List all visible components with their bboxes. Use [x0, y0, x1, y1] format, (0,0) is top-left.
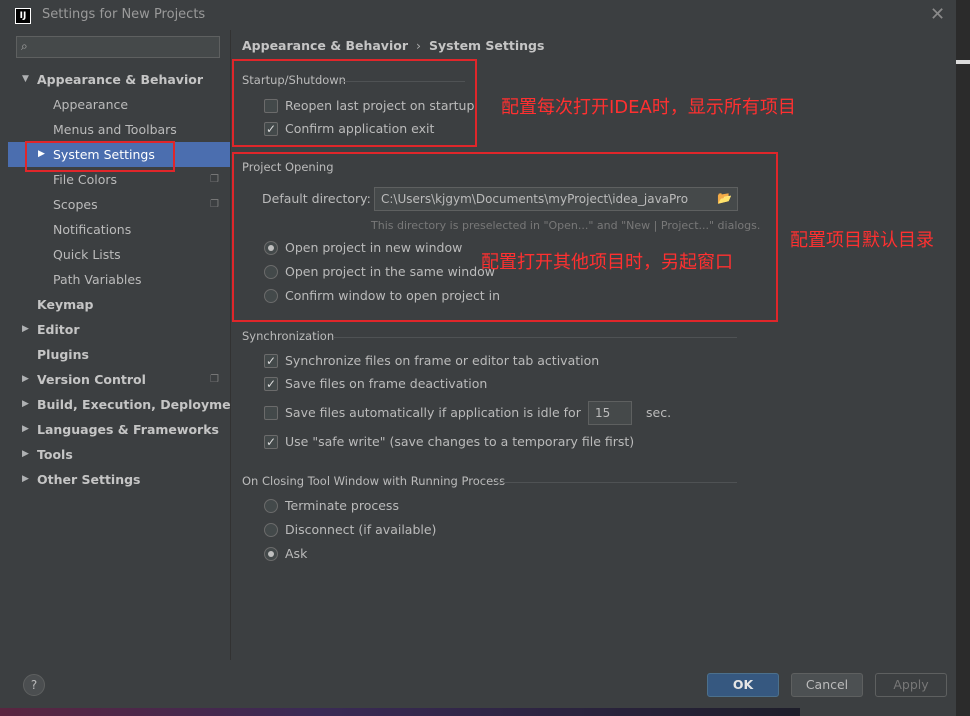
- desktop-background: [0, 708, 800, 716]
- sidebar-item-version-control[interactable]: ▶ Version Control ❐: [0, 367, 230, 392]
- cancel-button[interactable]: Cancel: [791, 673, 863, 697]
- save-idle-checkbox[interactable]: [264, 406, 278, 420]
- sidebar-item-label: Editor: [37, 322, 80, 337]
- sidebar-item-notifications[interactable]: Notifications: [0, 217, 230, 242]
- project-scope-icon: ❐: [210, 199, 219, 210]
- disconnect-radio[interactable]: [264, 523, 278, 537]
- sidebar-item-quick-lists[interactable]: Quick Lists: [0, 242, 230, 267]
- sync-checkbox[interactable]: [264, 352, 278, 370]
- terminate-radio[interactable]: [264, 499, 278, 513]
- annotation-text-new-window: 配置打开其他项目时，另起窗口: [481, 252, 733, 273]
- breadcrumb-current: System Settings: [429, 38, 545, 53]
- sidebar-item-label: Notifications: [53, 222, 132, 237]
- checkbox-label: Synchronize files on frame or editor tab…: [285, 353, 600, 368]
- sidebar-item-tools[interactable]: ▶ Tools: [0, 442, 230, 467]
- annotation-text-directory: 配置项目默认目录: [790, 230, 934, 251]
- section-title-on-closing: On Closing Tool Window with Running Proc…: [242, 474, 506, 488]
- settings-dialog: IJ Settings for New Projects ✕ ⌕ ▼ Appea…: [0, 0, 957, 716]
- sidebar-item-languages-frameworks[interactable]: ▶ Languages & Frameworks: [0, 417, 230, 442]
- section-title-synchronization: Synchronization: [242, 329, 335, 343]
- save-deactivation-checkbox[interactable]: [264, 375, 278, 393]
- radio-label: Disconnect (if available): [285, 522, 437, 537]
- help-button[interactable]: ?: [23, 674, 45, 696]
- window-title: Settings for New Projects: [42, 7, 206, 22]
- annotation-box-project-opening: [232, 152, 778, 322]
- sidebar-item-build-execution-deployment[interactable]: ▶ Build, Execution, Deployment: [0, 392, 245, 417]
- chevron-right-icon[interactable]: ▶: [22, 392, 29, 417]
- chevron-right-icon[interactable]: ▶: [22, 317, 29, 342]
- chevron-down-icon[interactable]: ▼: [22, 67, 29, 92]
- search-field[interactable]: ⌕: [16, 36, 220, 58]
- sidebar-item-label: Other Settings: [37, 472, 141, 487]
- sidebar-item-label: Tools: [37, 447, 73, 462]
- sidebar-item-label: Appearance & Behavior: [37, 72, 203, 87]
- sidebar-item-label: Keymap: [37, 297, 94, 312]
- breadcrumb: Appearance & Behavior › System Settings: [242, 38, 544, 53]
- sidebar-item-label: Path Variables: [53, 272, 142, 287]
- safe-write-checkbox[interactable]: [264, 433, 278, 451]
- unit-label: sec.: [646, 405, 672, 420]
- checkbox-label: Use "safe write" (save changes to a temp…: [285, 434, 635, 449]
- sidebar-item-label: Appearance: [53, 97, 129, 112]
- apply-button[interactable]: Apply: [875, 673, 947, 697]
- annotation-text-startup: 配置每次打开IDEA时，显示所有项目: [501, 97, 796, 118]
- sidebar-item-appearance[interactable]: Appearance: [0, 92, 230, 117]
- ask-radio[interactable]: [264, 547, 278, 561]
- sidebar-item-editor[interactable]: ▶ Editor: [0, 317, 230, 342]
- dialog-footer: ? OK Cancel Apply: [0, 660, 956, 708]
- search-icon: ⌕: [21, 39, 28, 53]
- sidebar-item-menus-toolbars[interactable]: Menus and Toolbars: [0, 117, 230, 142]
- chevron-right-icon[interactable]: ▶: [22, 467, 29, 492]
- sidebar-item-other-settings[interactable]: ▶ Other Settings: [0, 467, 230, 492]
- title-bar: IJ Settings for New Projects ✕: [0, 0, 956, 30]
- sidebar-item-label: Plugins: [37, 347, 89, 362]
- chevron-right-icon[interactable]: ▶: [22, 442, 29, 467]
- annotation-box-startup: [232, 59, 477, 147]
- ok-button[interactable]: OK: [707, 673, 779, 697]
- breadcrumb-separator-icon: ›: [416, 38, 421, 53]
- project-scope-icon: ❐: [210, 374, 219, 385]
- idle-seconds-input[interactable]: [588, 401, 632, 425]
- radio-label: Terminate process: [285, 498, 399, 513]
- sidebar-item-keymap[interactable]: Keymap: [0, 292, 230, 317]
- sidebar-item-label: Menus and Toolbars: [53, 122, 177, 137]
- chevron-right-icon[interactable]: ▶: [22, 417, 29, 442]
- settings-tree: ▼ Appearance & Behavior Appearance Menus…: [0, 67, 245, 492]
- checkbox-label: Save files automatically if application …: [285, 405, 581, 420]
- divider: [333, 337, 737, 338]
- divider: [496, 482, 737, 483]
- sidebar-item-path-variables[interactable]: Path Variables: [0, 267, 230, 292]
- search-input[interactable]: [39, 38, 213, 58]
- settings-sidebar: ⌕ ▼ Appearance & Behavior Appearance Men…: [0, 30, 245, 660]
- idle-unit-label: sec.: [646, 404, 671, 422]
- sidebar-item-label: Scopes: [53, 197, 98, 212]
- sidebar-item-label: Languages & Frameworks: [37, 422, 219, 437]
- sidebar-item-plugins[interactable]: Plugins: [0, 342, 230, 367]
- intellij-logo-icon: IJ: [15, 8, 31, 24]
- checkbox-label: Save files on frame deactivation: [285, 376, 488, 391]
- annotation-box-sidebar: [25, 141, 175, 172]
- background-window-edge: [956, 0, 970, 716]
- breadcrumb-parent[interactable]: Appearance & Behavior: [242, 38, 408, 53]
- close-icon[interactable]: ✕: [930, 4, 945, 25]
- sidebar-item-label: Version Control: [37, 372, 146, 387]
- sidebar-item-label: Build, Execution, Deployment: [37, 397, 246, 412]
- project-scope-icon: ❐: [210, 174, 219, 185]
- sidebar-item-scopes[interactable]: Scopes ❐: [0, 192, 230, 217]
- sidebar-item-label: Quick Lists: [53, 247, 121, 262]
- radio-label: Ask: [285, 546, 308, 561]
- chevron-right-icon[interactable]: ▶: [22, 367, 29, 392]
- sidebar-item-appearance-behavior[interactable]: ▼ Appearance & Behavior: [0, 67, 230, 92]
